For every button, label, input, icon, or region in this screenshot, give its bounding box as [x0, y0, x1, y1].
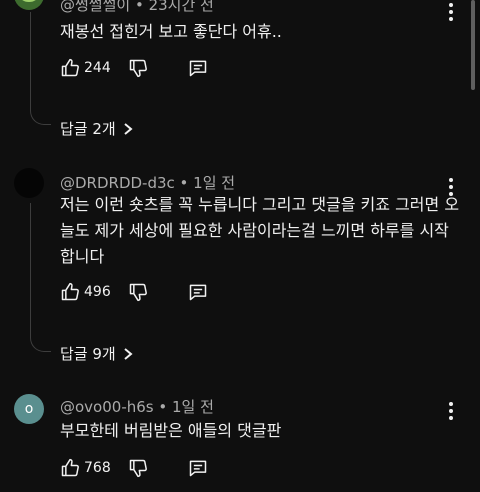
dislike-icon[interactable] — [128, 58, 148, 78]
like-icon[interactable] — [60, 58, 80, 78]
chevron-right-icon — [124, 122, 133, 135]
avatar-letter: o — [24, 401, 34, 417]
reply-icon[interactable] — [188, 58, 208, 78]
avatar[interactable] — [14, 0, 44, 10]
thread-curve — [30, 331, 51, 352]
like-icon[interactable] — [60, 458, 80, 478]
like-count: 496 — [84, 284, 111, 300]
comment-author[interactable]: @DRDRDD-d3c • 1일 전 — [60, 172, 235, 193]
replies-label: 답글 2개 — [60, 120, 116, 138]
like-count: 244 — [84, 60, 111, 76]
dislike-icon[interactable] — [128, 282, 148, 302]
replies-label: 답글 9개 — [60, 345, 116, 363]
thread-line — [30, 203, 31, 331]
replies-toggle[interactable]: 답글 2개 — [60, 118, 134, 139]
comment-text: 재봉선 접힌거 보고 좋단다 어휴.. — [60, 22, 282, 41]
replies-toggle[interactable]: 답글 9개 — [60, 343, 134, 364]
comment-author[interactable]: @썽썰썰이 • 23시간 전 — [60, 0, 214, 15]
thread-curve — [30, 104, 51, 125]
like-count: 768 — [84, 460, 111, 476]
avatar[interactable]: o — [14, 394, 44, 424]
comment-text: 부모한테 버림받은 애들의 댓글판 — [60, 421, 282, 440]
reply-icon[interactable] — [188, 282, 208, 302]
like-icon[interactable] — [60, 282, 80, 302]
dislike-icon[interactable] — [128, 458, 148, 478]
thread-line — [30, 12, 31, 104]
reply-icon[interactable] — [188, 458, 208, 478]
avatar[interactable] — [14, 168, 44, 198]
scrollbar[interactable] — [471, 0, 475, 90]
comment-text: 저는 이런 숏츠를 꼭 누릅니다 그리고 댓글을 키죠 그러면 오늘도 제가 세… — [60, 195, 460, 266]
comment-author[interactable]: @ovo00-h6s • 1일 전 — [60, 396, 214, 417]
chevron-right-icon — [124, 347, 133, 360]
